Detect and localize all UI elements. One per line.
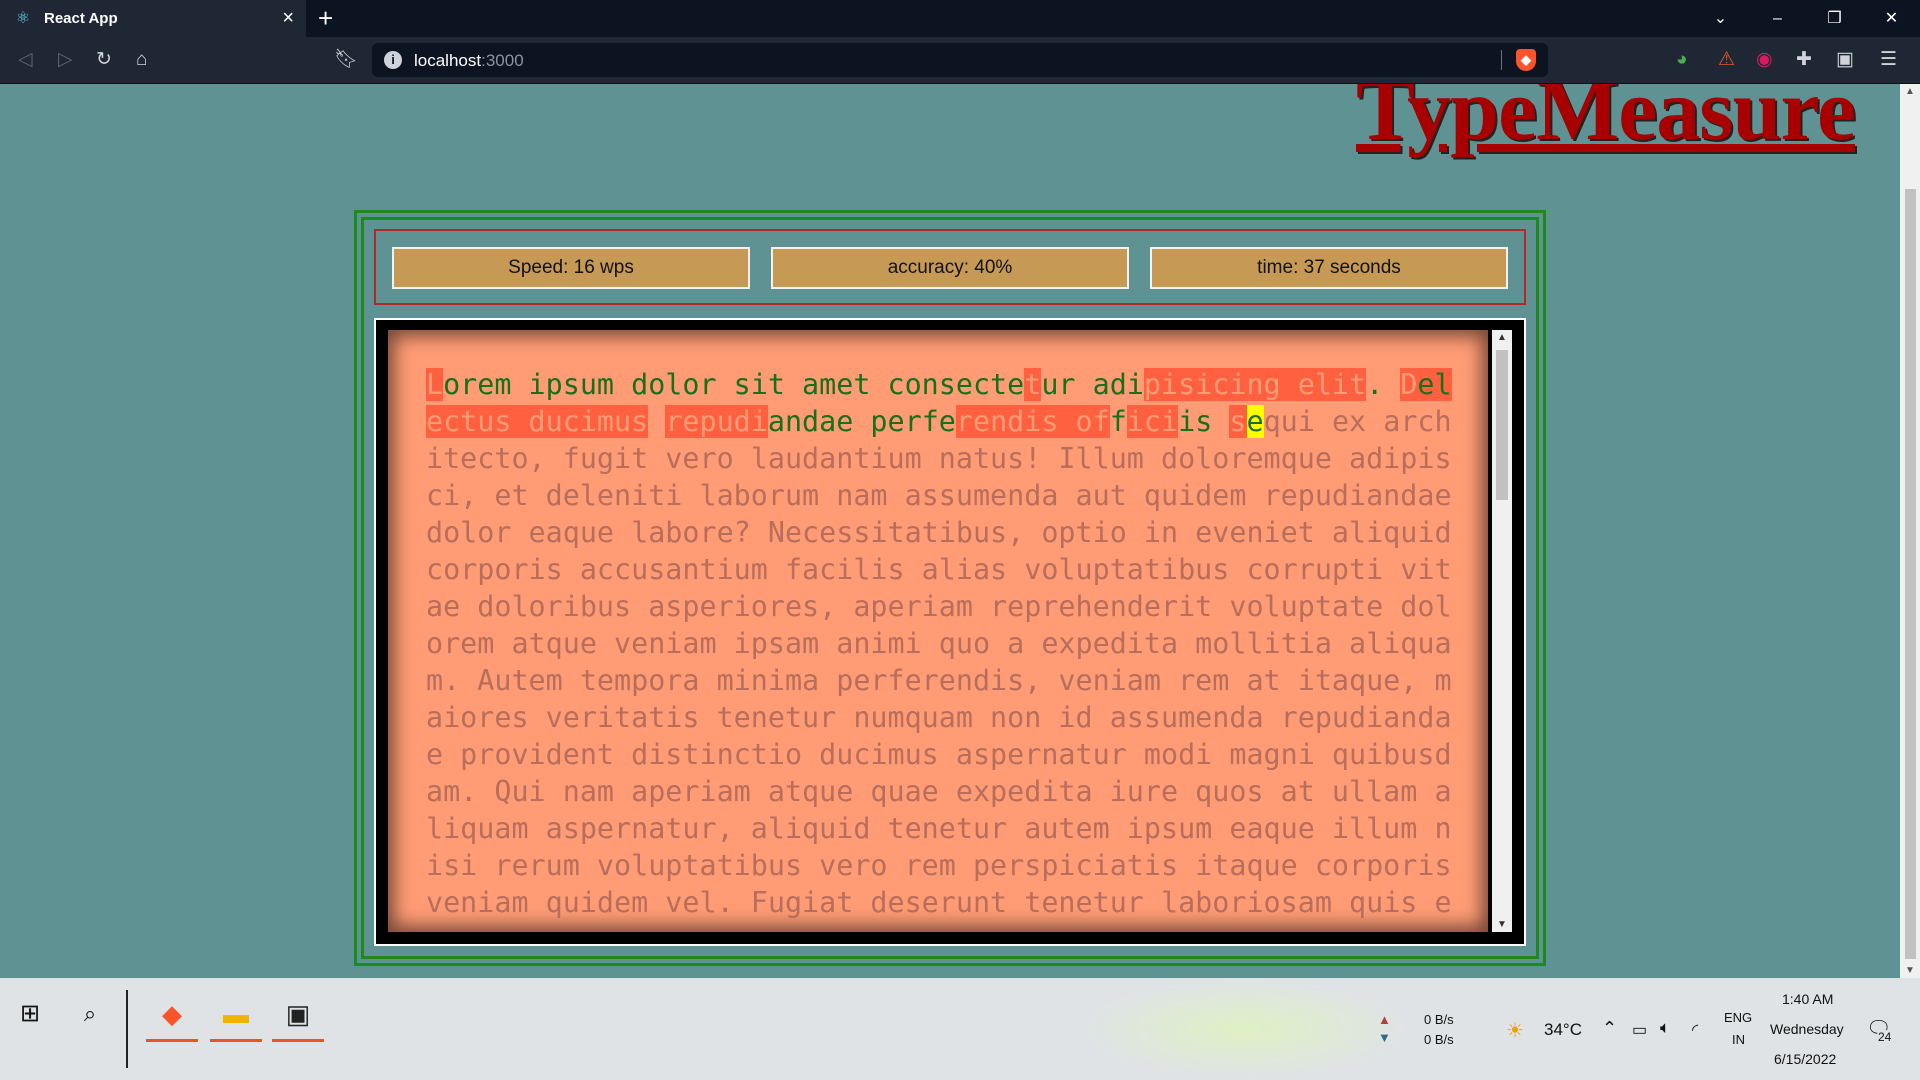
tab-title: React App (44, 10, 118, 27)
text-segment-cur: e (1246, 405, 1264, 438)
text-segment-bad: ectus ducimus (426, 405, 649, 438)
text-segment-bad: t (1024, 368, 1042, 401)
search-icon[interactable]: ⌕ (62, 992, 118, 1036)
tab-search-icon[interactable]: ⌄ (1692, 0, 1749, 37)
battery-icon[interactable]: ▭ (1632, 1020, 1647, 1040)
weather-temp[interactable]: 34°C (1544, 1020, 1582, 1040)
typing-area-frame: Lorem ipsum dolor sit amet consectetur a… (374, 318, 1526, 946)
typing-paragraph: Lorem ipsum dolor sit amet consectetur a… (426, 366, 1458, 921)
wallet-icon[interactable]: ▣ (1836, 49, 1854, 71)
stats-panel: Speed: 16 wps accuracy: 40% time: 37 sec… (374, 229, 1526, 305)
minimize-icon[interactable]: – (1749, 0, 1806, 37)
text-segment-ok: orem ipsum dolor sit amet consecte (443, 368, 1025, 401)
forward-icon[interactable]: ▷ (58, 48, 73, 72)
text-segment-bad: s (1229, 405, 1247, 438)
address-bar[interactable]: i localhost:3000 ◆ (372, 43, 1548, 77)
text-segment-okbad: el (1417, 368, 1452, 401)
text-segment-ok: is (1178, 405, 1230, 438)
region-code[interactable]: IN (1732, 1032, 1745, 1047)
bookmark-icon[interactable]: 🔖︎ (334, 48, 358, 72)
typing-text-box[interactable]: Lorem ipsum dolor sit amet consectetur a… (388, 330, 1488, 932)
page-scroll-down-icon[interactable]: ▼ (1905, 965, 1915, 976)
brave-taskbar-icon[interactable]: ◆ (144, 992, 200, 1042)
text-segment-ok: . (1366, 368, 1401, 401)
menu-icon[interactable]: ☰ (1880, 49, 1897, 71)
text-segment-ok: f (1109, 405, 1127, 438)
download-arrow-icon: ▼ (1378, 1030, 1391, 1045)
clock-time[interactable]: 1:40 AM (1782, 991, 1833, 1007)
text-segment-bad: pisicing elit (1143, 368, 1367, 401)
brave-active-indicator (146, 1039, 198, 1042)
url-separator (1501, 50, 1502, 70)
browser-titlebar: ⚛ React App × + ⌄ – ❐ ✕ (0, 0, 1920, 37)
url-host: localhost (414, 51, 482, 70)
text-segment-bad: repudi (665, 405, 768, 438)
weather-icon[interactable]: ☀ (1506, 1018, 1524, 1043)
record-extension-icon[interactable]: ◉ (1756, 49, 1773, 71)
text-segment-rest: qui ex architecto, fugit vero laudantium… (426, 405, 1469, 919)
home-icon[interactable]: ⌂ (136, 48, 147, 72)
brave-rewards-icon[interactable]: ⚠ (1718, 49, 1735, 71)
window-controls: ⌄ – ❐ ✕ (1692, 0, 1920, 37)
scroll-down-icon[interactable]: ▼ (1497, 919, 1507, 930)
scroll-up-icon[interactable]: ▲ (1497, 332, 1507, 343)
back-icon[interactable]: ◁ (18, 48, 33, 72)
text-segment-ok (648, 405, 665, 438)
page-content: TypeMeasure Speed: 16 wps accuracy: 40% … (0, 84, 1900, 978)
page-scroll-up-icon[interactable]: ▲ (1905, 86, 1915, 97)
new-tab-button[interactable]: + (318, 4, 333, 32)
text-segment-ok: andae perfe (767, 405, 956, 438)
close-tab-icon[interactable]: × (282, 7, 294, 30)
taskbar-divider (126, 990, 128, 1068)
volume-icon[interactable]: 🔈︎ (1660, 1018, 1670, 1038)
page-scroll-thumb[interactable] (1905, 189, 1916, 959)
time-stat: time: 37 seconds (1150, 247, 1508, 289)
taskbar-glow (1080, 978, 1410, 1080)
text-scrollbar[interactable]: ▲ ▼ (1492, 330, 1512, 932)
speed-stat: Speed: 16 wps (392, 247, 750, 289)
close-window-icon[interactable]: ✕ (1863, 0, 1920, 37)
extensions-puzzle-icon[interactable]: ✚ (1796, 49, 1812, 71)
text-segment-bad: D (1400, 368, 1418, 401)
text-scroll-thumb[interactable] (1496, 350, 1508, 500)
reload-icon[interactable]: ↻ (96, 48, 112, 72)
accuracy-stat: accuracy: 40% (771, 247, 1129, 289)
react-icon: ⚛ (15, 9, 31, 27)
taskbar: ⊞ ⌕ ◆ ▬ ▣ ▲ ▼ 0 B/s 0 B/s ☀ 34°C ⌃ ▭ 🔈︎ … (0, 978, 1920, 1080)
clock-date[interactable]: 6/15/2022 (1774, 1051, 1836, 1067)
explorer-active-indicator (210, 1039, 262, 1042)
wifi-icon[interactable]: ◜ (1692, 1020, 1698, 1040)
terminal-icon[interactable]: ▣ (270, 992, 326, 1042)
upload-arrow-icon: ▲ (1378, 1012, 1391, 1027)
text-segment-bad: rendis of (955, 405, 1110, 438)
terminal-active-indicator (272, 1039, 324, 1042)
site-info-icon[interactable]: i (384, 51, 402, 69)
net-upload: 0 B/s (1424, 1012, 1454, 1027)
url-port: :3000 (481, 51, 524, 70)
clock-day[interactable]: Wednesday (1770, 1021, 1844, 1037)
url-text: localhost:3000 (414, 51, 524, 71)
browser-tab[interactable]: ⚛ React App × (0, 0, 306, 37)
page-scrollbar[interactable]: ▲ ▼ (1900, 84, 1920, 978)
text-segment-bad: L (426, 368, 444, 401)
restore-icon[interactable]: ❐ (1806, 0, 1863, 37)
language-code[interactable]: ENG (1724, 1010, 1752, 1025)
browser-toolbar: ◁ ▷ ↻ ⌂ 🔖︎ i localhost:3000 ◆ ◕ ⚠ ◉ ✚ ▣ … (0, 37, 1920, 84)
tray-expand-icon[interactable]: ⌃ (1602, 1018, 1617, 1039)
notification-count: 24 (1876, 1030, 1894, 1044)
net-download: 0 B/s (1424, 1032, 1454, 1047)
brave-shields-icon[interactable]: ◆ (1516, 49, 1536, 71)
app-logo: TypeMeasure (1356, 84, 1856, 159)
file-explorer-icon[interactable]: ▬ (208, 992, 264, 1042)
extension-earth-icon[interactable]: ◕ (1676, 49, 1687, 71)
text-segment-ok: ur adi (1041, 368, 1144, 401)
text-segment-bad: ici (1126, 405, 1179, 438)
windows-start-icon[interactable]: ⊞ (2, 992, 58, 1036)
